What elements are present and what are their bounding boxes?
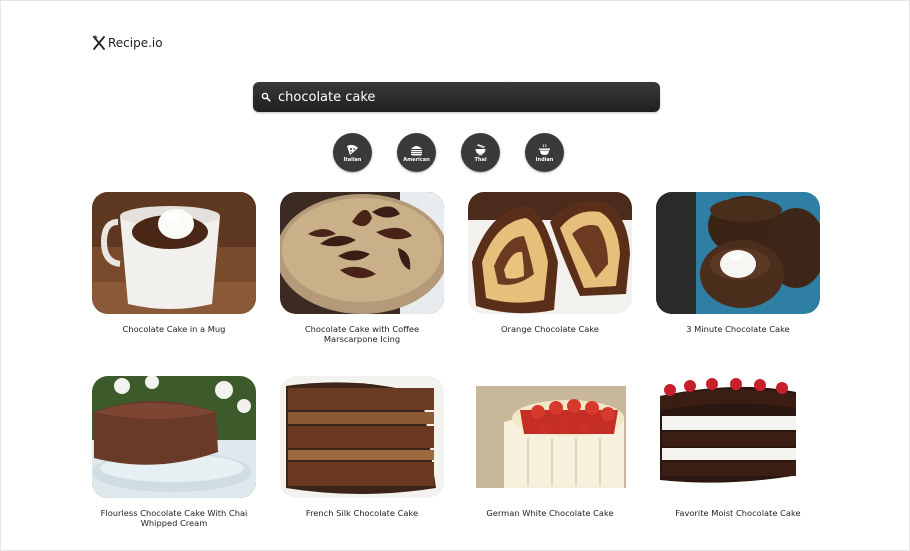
cuisine-indian-button[interactable]: Indian <box>525 133 564 172</box>
recipe-image <box>280 376 444 498</box>
recipe-image <box>468 376 632 498</box>
recipe-title[interactable]: 3 Minute Chocolate Cake <box>656 324 820 334</box>
utensils-icon <box>92 35 105 50</box>
recipe-title[interactable]: Chocolate Cake in a Mug <box>92 324 256 334</box>
recipe-title[interactable]: German White Chocolate Cake <box>468 508 632 518</box>
cuisine-american-button[interactable]: American <box>397 133 436 172</box>
cuisine-label: Italian <box>343 157 362 163</box>
recipe-card[interactable]: German White Chocolate Cake <box>468 376 632 518</box>
cuisine-label: Thai <box>474 157 487 163</box>
logo[interactable]: Recipe.io <box>92 34 163 52</box>
cuisine-label: Indian <box>535 157 554 163</box>
recipe-card[interactable]: Orange Chocolate Cake <box>468 192 632 334</box>
pizza-icon <box>347 144 358 155</box>
recipe-image <box>656 192 820 314</box>
search-icon <box>261 92 271 102</box>
recipe-title[interactable]: French Silk Chocolate Cake <box>280 508 444 518</box>
search-input[interactable] <box>278 82 660 112</box>
burger-icon <box>411 146 422 156</box>
recipe-image <box>468 192 632 314</box>
recipe-card[interactable]: Chocolate Cake in a Mug <box>92 192 256 334</box>
cuisine-thai-button[interactable]: Thai <box>461 133 500 172</box>
recipe-card[interactable]: French Silk Chocolate Cake <box>280 376 444 518</box>
recipe-image <box>656 376 820 498</box>
recipe-card[interactable]: Chocolate Cake with Coffee Marscarpone I… <box>280 192 444 344</box>
recipe-card[interactable]: 3 Minute Chocolate Cake <box>656 192 820 334</box>
recipe-title[interactable]: Favorite Moist Chocolate Cake <box>656 508 820 518</box>
curry-pot-icon <box>539 144 550 155</box>
search-bar[interactable] <box>253 82 660 112</box>
cuisine-italian-button[interactable]: Italian <box>333 133 372 172</box>
recipe-title[interactable]: Orange Chocolate Cake <box>468 324 632 334</box>
recipe-card[interactable]: Favorite Moist Chocolate Cake <box>656 376 820 518</box>
cuisine-filters: Italian American Thai Indian <box>333 133 564 172</box>
recipe-card[interactable]: Flourless Chocolate Cake With Chai Whipp… <box>92 376 256 528</box>
logo-text: Recipe.io <box>108 36 163 50</box>
recipe-title[interactable]: Chocolate Cake with Coffee Marscarpone I… <box>280 324 444 344</box>
recipe-image <box>280 192 444 314</box>
noodle-bowl-icon <box>475 144 486 156</box>
recipe-title[interactable]: Flourless Chocolate Cake With Chai Whipp… <box>92 508 256 528</box>
recipe-image <box>92 192 256 314</box>
cuisine-label: American <box>403 157 430 163</box>
recipe-image <box>92 376 256 498</box>
